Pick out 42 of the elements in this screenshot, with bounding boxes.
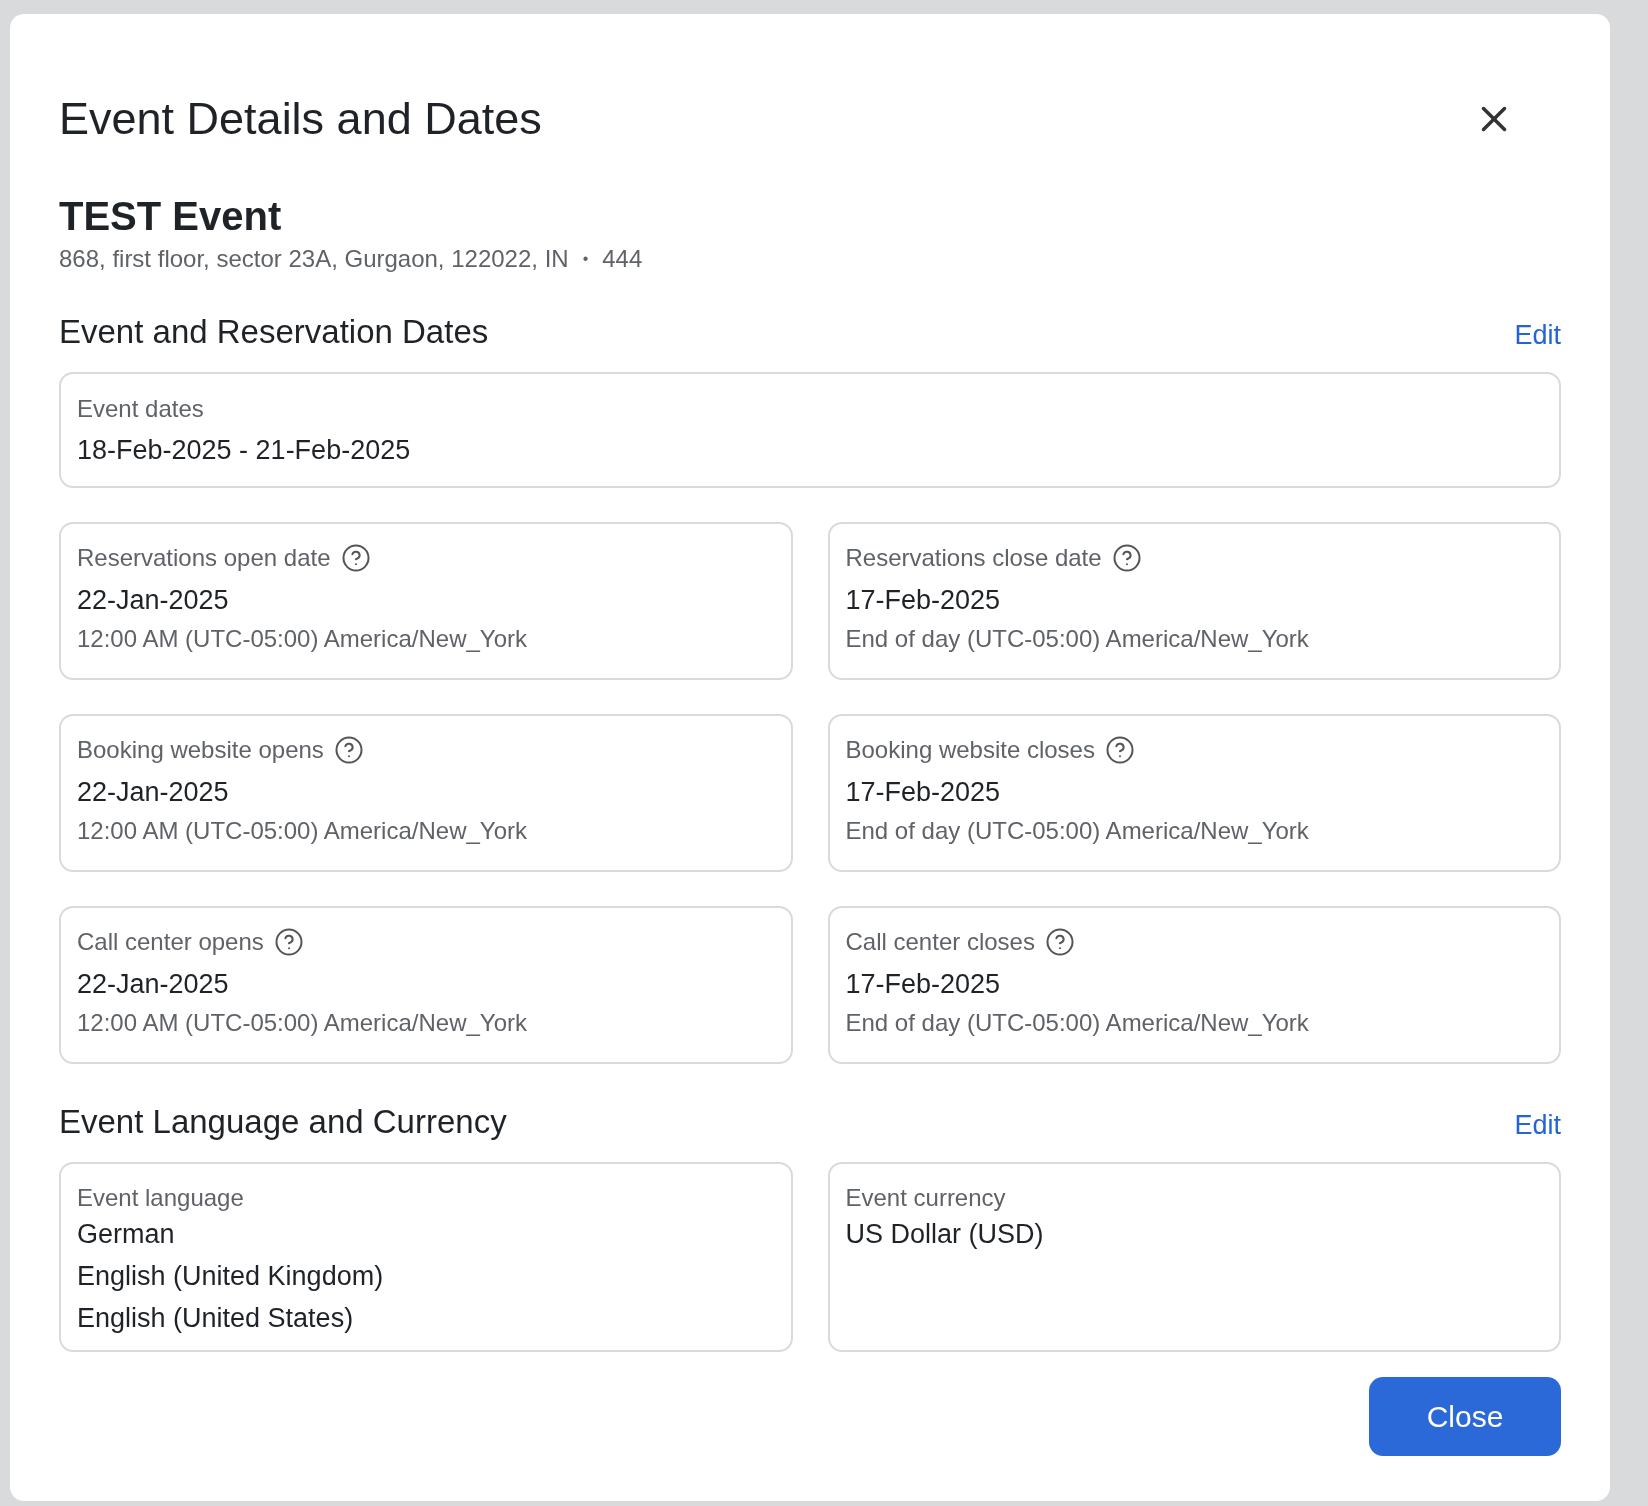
card-value: 22-Jan-2025 <box>77 584 230 616</box>
card-detail: End of day (UTC-05:00) America/New_York <box>845 624 1310 654</box>
card-value: US Dollar (USD) <box>845 1218 1045 1250</box>
card-label: Call center opens <box>77 927 264 957</box>
card-value: German <box>77 1218 176 1250</box>
card-label: Booking website opens <box>77 735 324 765</box>
card-detail: End of day (UTC-05:00) America/New_York <box>845 816 1310 846</box>
card-value: 17-Feb-2025 <box>845 968 1002 1000</box>
dialog-title: Event Details and Dates <box>59 92 542 146</box>
edit-link[interactable]: Edit <box>1514 1108 1561 1142</box>
help-icon[interactable] <box>1104 735 1135 765</box>
help-icon[interactable] <box>273 927 304 957</box>
card-detail: 12:00 AM (UTC-05:00) America/New_York <box>77 1008 528 1038</box>
separator-dot: • <box>582 249 589 269</box>
help-icon[interactable] <box>333 735 364 765</box>
card-detail: 12:00 AM (UTC-05:00) America/New_York <box>77 624 528 654</box>
help-icon[interactable] <box>1111 543 1142 573</box>
card-detail: End of day (UTC-05:00) America/New_York <box>845 1008 1310 1038</box>
event-code: 444 <box>602 244 643 274</box>
card-value: 17-Feb-2025 <box>845 776 1002 808</box>
section-heading: Event and Reservation Dates <box>59 312 489 352</box>
card-label: Event language <box>77 1183 245 1213</box>
edit-link[interactable]: Edit <box>1514 318 1561 352</box>
card-label: Event currency <box>845 1183 1007 1213</box>
card-label: Call center closes <box>845 927 1035 957</box>
card-value: 17-Feb-2025 <box>845 584 1002 616</box>
card-detail: 12:00 AM (UTC-05:00) America/New_York <box>77 816 528 846</box>
close-button[interactable]: Close <box>1369 1377 1561 1456</box>
help-icon[interactable] <box>1044 927 1075 957</box>
event-address: 868, first floor, sector 23A, Gurgaon, 122022, IN <box>59 244 569 274</box>
section-heading: Event Language and Currency <box>59 1102 507 1142</box>
card-value: 18-Feb-2025 - 21-Feb-2025 <box>77 434 412 466</box>
card-label: Booking website closes <box>845 735 1095 765</box>
card-label: Reservations close date <box>845 543 1102 573</box>
card-value: English (United States) <box>77 1302 355 1334</box>
event-name: TEST Event <box>59 193 283 240</box>
card-label: Reservations open date <box>77 543 331 573</box>
help-icon[interactable] <box>340 543 371 573</box>
card-value: 22-Jan-2025 <box>77 968 230 1000</box>
card-value: English (United Kingdom) <box>77 1260 385 1292</box>
card-label: Event dates <box>77 394 205 424</box>
card-value: 22-Jan-2025 <box>77 776 230 808</box>
